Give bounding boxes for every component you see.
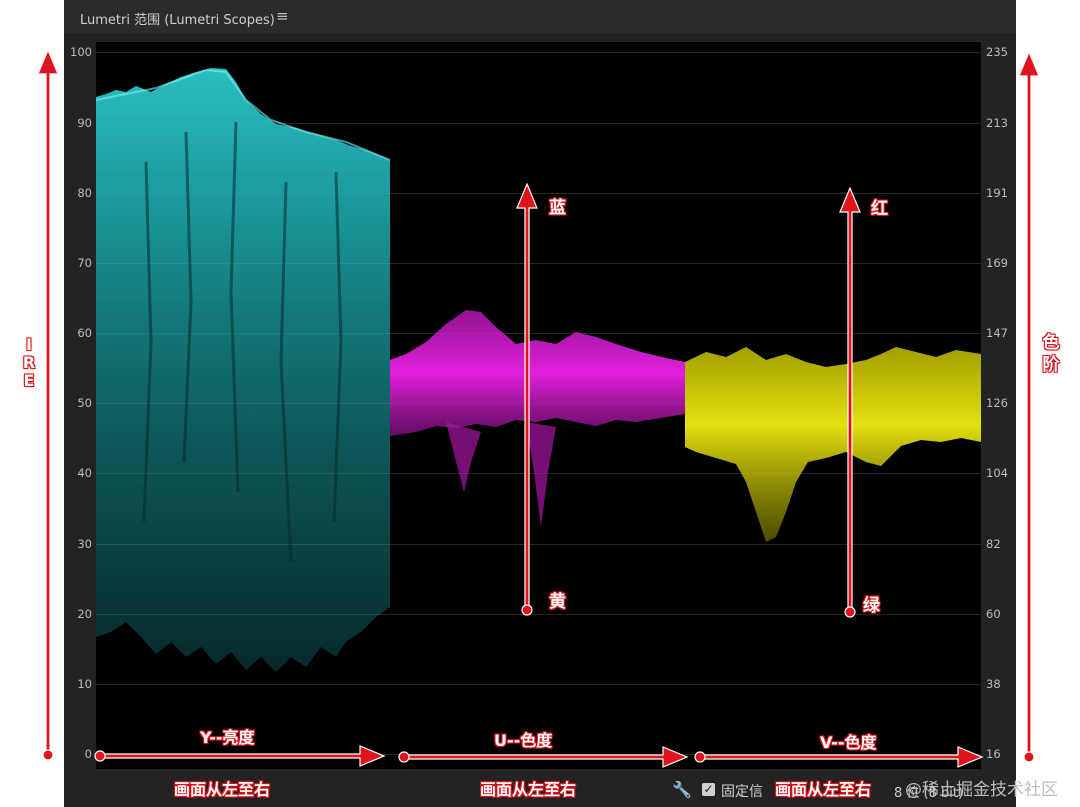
level-tick: 82 bbox=[986, 537, 1001, 551]
u-waveform bbox=[390, 310, 685, 436]
u-chroma-label: U--色度 bbox=[494, 731, 553, 750]
ire-arrow-dot bbox=[42, 749, 54, 761]
lock-checkbox-label: 固定信 bbox=[721, 784, 763, 800]
ire-tick: 70 bbox=[77, 256, 92, 270]
ire-tick: 100 bbox=[70, 45, 92, 59]
levels-char: 色 bbox=[1042, 333, 1060, 353]
level-tick: 169 bbox=[986, 256, 1008, 270]
panel-title: Lumetri 范围 (Lumetri Scopes) bbox=[80, 13, 275, 28]
ire-tick: 20 bbox=[77, 607, 92, 621]
ire-letter: I bbox=[26, 335, 32, 354]
green-label: 绿 bbox=[863, 596, 880, 616]
ire-tick: 0 bbox=[84, 747, 92, 761]
levels-label: 色 阶 bbox=[1040, 332, 1062, 376]
level-tick: 235 bbox=[986, 45, 1008, 59]
direction-label-u: 画面从左至右 bbox=[480, 780, 577, 799]
ire-tick: 10 bbox=[77, 677, 92, 691]
yellow-label: 黄 bbox=[549, 592, 566, 612]
level-tick: 16 bbox=[986, 747, 1001, 761]
watermark: @稀土掘金技术社区 bbox=[905, 780, 1058, 800]
wrench-icon[interactable]: 🔧 bbox=[672, 780, 692, 799]
y-luma-label: Y--亮度 bbox=[200, 728, 255, 747]
level-tick: 191 bbox=[986, 186, 1008, 200]
ire-tick: 60 bbox=[77, 326, 92, 340]
v-chroma-label: V--色度 bbox=[820, 733, 877, 752]
level-tick: 126 bbox=[986, 396, 1008, 410]
level-tick: 147 bbox=[986, 326, 1008, 340]
ire-letter: E bbox=[23, 371, 35, 390]
ire-tick: 80 bbox=[77, 186, 92, 200]
ire-tick: 50 bbox=[77, 396, 92, 410]
panel-header: Lumetri 范围 (Lumetri Scopes) ≡ bbox=[64, 0, 1016, 35]
ire-tick: 90 bbox=[77, 116, 92, 130]
lock-checkbox[interactable]: ✓ bbox=[702, 783, 715, 796]
ire-tick: 30 bbox=[77, 537, 92, 551]
level-tick: 104 bbox=[986, 466, 1008, 480]
v-waveform bbox=[685, 347, 981, 542]
waveform-scope bbox=[96, 42, 981, 769]
ire-label: I R E bbox=[20, 336, 38, 390]
ire-letter: R bbox=[22, 353, 36, 372]
direction-label-v: 画面从左至右 bbox=[775, 780, 872, 799]
ire-arrow bbox=[37, 48, 59, 756]
levels-arrow bbox=[1018, 50, 1040, 758]
levels-arrow-dot bbox=[1023, 751, 1035, 763]
level-tick: 38 bbox=[986, 677, 1001, 691]
blue-label: 蓝 bbox=[549, 198, 566, 218]
y-waveform bbox=[96, 68, 390, 672]
u-waveform-tail bbox=[446, 422, 556, 527]
levels-char: 阶 bbox=[1042, 355, 1060, 375]
yuv-waveform bbox=[96, 68, 981, 672]
red-label: 红 bbox=[871, 199, 888, 219]
direction-label-y: 画面从左至右 bbox=[174, 780, 271, 799]
level-tick: 213 bbox=[986, 116, 1008, 130]
hamburger-menu-icon[interactable]: ≡ bbox=[276, 7, 289, 25]
level-tick: 60 bbox=[986, 607, 1001, 621]
ire-tick: 40 bbox=[77, 466, 92, 480]
